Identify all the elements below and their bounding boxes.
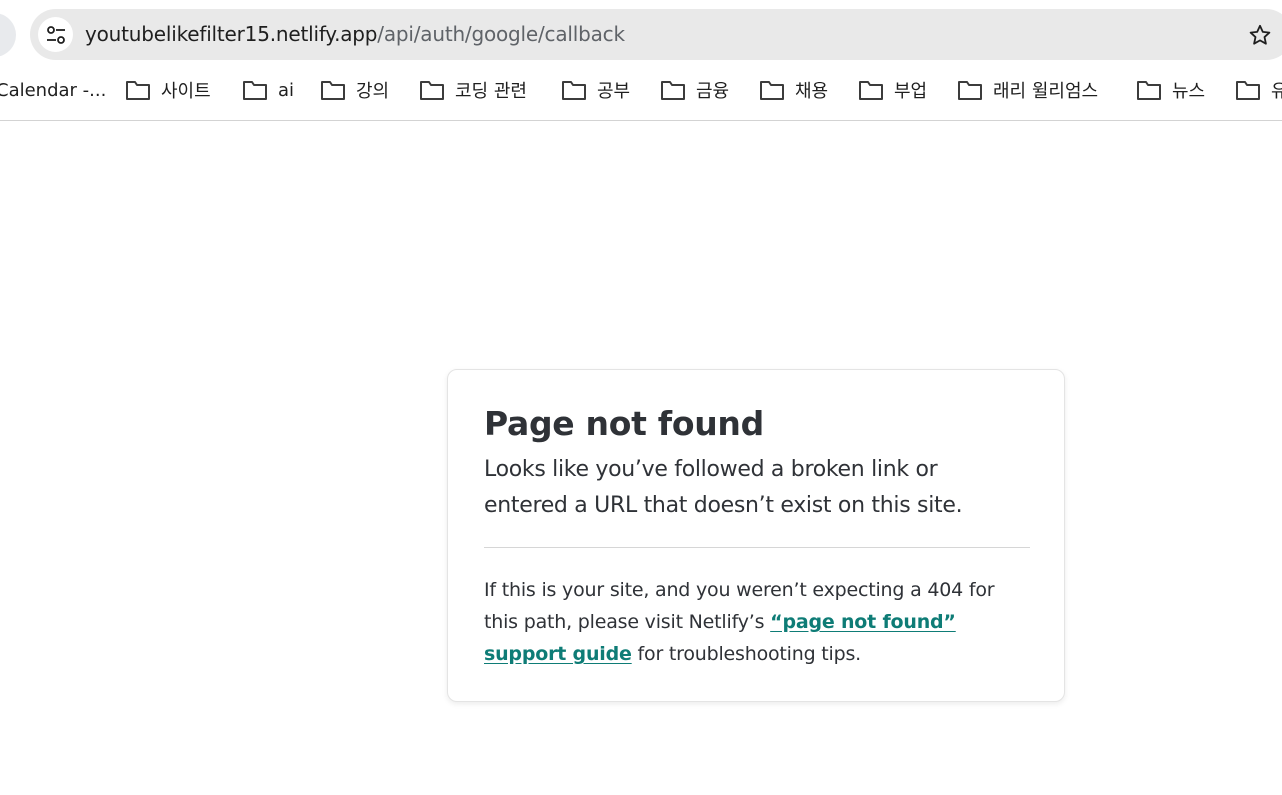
url-text[interactable]: youtubelikefilter15.netlify.app/api/auth…: [85, 22, 625, 46]
folder-icon: [661, 81, 685, 100]
bookmark-label: 공부: [597, 81, 631, 102]
bookmark-folder[interactable]: 사이트: [125, 73, 211, 107]
url-host: youtubelikefilter15.netlify.app: [85, 22, 378, 46]
not-found-card: Page not found Looks like you’ve followe…: [447, 369, 1065, 702]
help-note: If this is your site, and you weren’t ex…: [484, 574, 1030, 670]
bookmark-folder[interactable]: 공부: [561, 73, 630, 107]
folder-icon: [958, 81, 982, 100]
bookmark-folder[interactable]: ai: [242, 73, 294, 107]
folder-icon: [126, 81, 150, 100]
bookmark-star-button[interactable]: [1246, 21, 1274, 49]
back-button-edge[interactable]: [0, 13, 16, 57]
bookmark-label: ai: [278, 79, 295, 101]
folder-icon: [760, 81, 784, 100]
folder-icon: [859, 81, 883, 100]
folder-icon: [420, 81, 444, 100]
folder-icon: [1236, 81, 1260, 100]
bookmark-label: 사이트: [161, 81, 211, 102]
folder-icon: [321, 81, 345, 100]
bookmark-folder[interactable]: 강의: [320, 73, 389, 107]
bookmark-label: 금융: [696, 81, 730, 102]
star-icon: [1249, 24, 1271, 45]
bookmark-label: 뉴스: [1172, 81, 1206, 102]
bookmark-label: 채용: [795, 81, 829, 102]
bookmark-folder[interactable]: 코딩 관련: [419, 73, 527, 107]
page-title: Page not found: [484, 404, 764, 443]
note-text-after: for troubleshooting tips.: [631, 643, 862, 665]
bookmark-label: Calendar -...: [0, 79, 107, 101]
bookmarks-bar: Calendar -... 사이트 ai 강의 코딩 관련 공부 금융 채용 부…: [0, 73, 1282, 107]
bookmark-folder[interactable]: 유: [1235, 73, 1282, 107]
bookmark-label: 코딩 관련: [455, 81, 527, 102]
bookmark-folder[interactable]: 금융: [660, 73, 729, 107]
bookmark-label: 강의: [356, 81, 390, 102]
site-info-button[interactable]: [38, 17, 73, 52]
bookmark-label: 부업: [894, 81, 928, 102]
folder-icon: [243, 81, 267, 100]
browser-chrome: youtubelikefilter15.netlify.app/api/auth…: [0, 0, 1282, 121]
bookmark-folder[interactable]: 채용: [759, 73, 828, 107]
divider: [484, 547, 1030, 548]
tune-icon: [46, 25, 65, 44]
bookmark-label: 유: [1271, 81, 1282, 102]
bookmark-label: 래리 윌리엄스: [993, 81, 1099, 102]
bookmark-calendar[interactable]: Calendar -...: [0, 73, 106, 107]
folder-icon: [562, 81, 586, 100]
lead-text: Looks like you’ve followed a broken link…: [484, 457, 963, 518]
folder-icon: [1137, 81, 1161, 100]
bookmark-folder[interactable]: 뉴스: [1136, 73, 1205, 107]
bookmark-folder[interactable]: 부업: [858, 73, 927, 107]
url-path: /api/auth/google/callback: [377, 22, 625, 46]
address-bar[interactable]: youtubelikefilter15.netlify.app/api/auth…: [30, 9, 1282, 60]
bookmark-folder[interactable]: 래리 윌리엄스: [957, 73, 1098, 107]
